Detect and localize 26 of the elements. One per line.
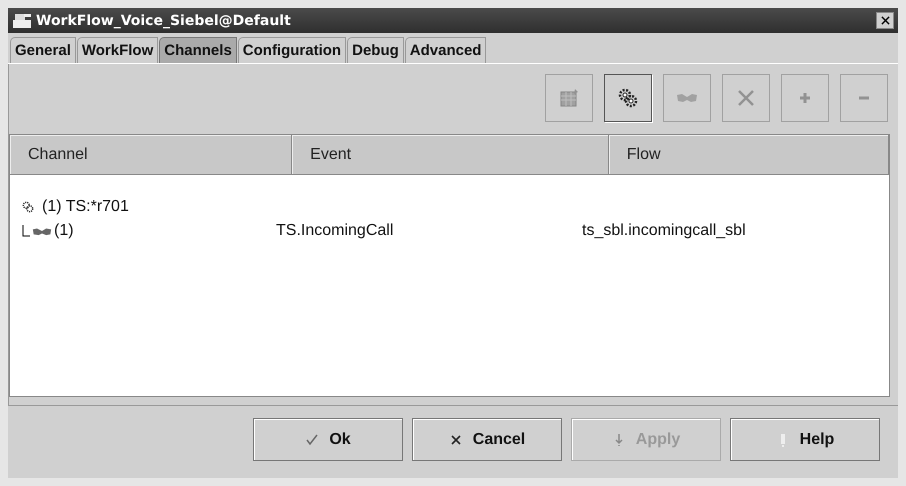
tree-connector [22,225,30,237]
gears-button[interactable] [604,74,652,122]
column-header[interactable]: Channel [10,135,292,175]
event-cell: TS.IncomingCall [276,222,394,240]
column-header[interactable]: Flow [608,135,889,175]
flow-cell: ts_sbl.incomingcall_sbl [582,222,746,240]
cross-button[interactable]: Cancel [412,418,562,461]
cross-icon [448,432,463,446]
window-icon [12,12,32,28]
close-icon [880,16,890,25]
minus-icon [858,96,870,100]
tree-item[interactable]: (1) [54,222,74,240]
tab[interactable]: Advanced [404,37,486,63]
tab[interactable]: WorkFlow [76,37,158,63]
check-icon [305,432,320,446]
tab[interactable]: Channels [159,37,237,63]
window-title: WorkFlow_Voice_Siebel@Default [36,12,292,28]
column-header[interactable]: Event [292,135,609,175]
close-button[interactable] [876,12,894,29]
tree-item[interactable]: (1) TS:*r701 [42,198,129,216]
gears-icon [616,86,640,110]
tab[interactable]: Configuration [238,37,346,63]
tab[interactable]: General [10,37,76,63]
tab[interactable]: Debug [347,37,404,63]
check-button[interactable]: Ok [253,418,403,461]
help-button[interactable]: Help [730,418,880,461]
